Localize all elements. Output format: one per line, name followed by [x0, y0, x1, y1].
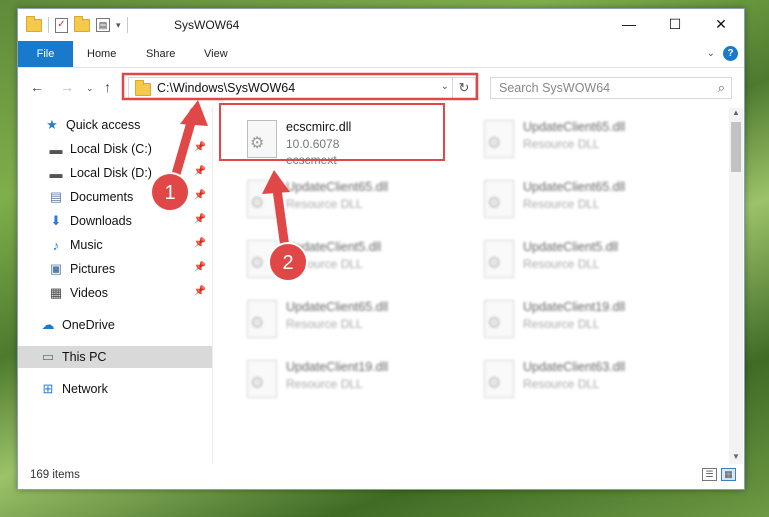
marker-1-label: 1 — [164, 182, 175, 204]
arrow-2-head — [262, 170, 290, 194]
address-highlight-box — [121, 72, 479, 101]
arrow-1-head — [180, 100, 208, 126]
marker-2-label: 2 — [282, 252, 293, 274]
annotation-arrows: 1 2 — [121, 72, 479, 282]
